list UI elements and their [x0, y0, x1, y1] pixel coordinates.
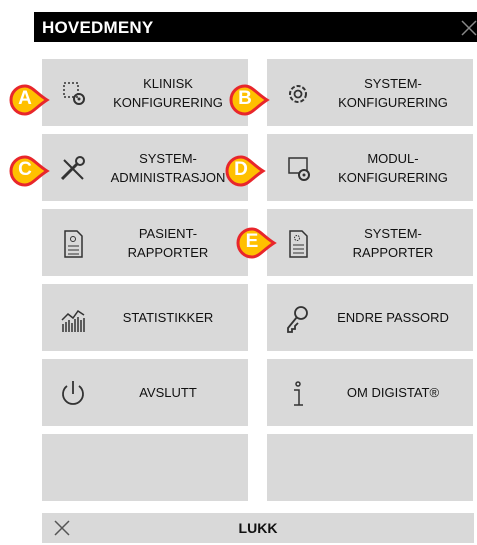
tile-system-administration[interactable]: SYSTEM- ADMINISTRASJON [42, 134, 248, 201]
tile-statistics[interactable]: STATISTIKKER [42, 284, 248, 351]
close-label: LUKK [238, 520, 278, 536]
patient-report-icon [56, 227, 90, 261]
tile-log-out[interactable]: AVSLUTT [42, 359, 248, 426]
info-icon [281, 377, 315, 411]
statistics-icon [56, 302, 90, 336]
tile-label: PASIENT- RAPPORTER [127, 225, 209, 260]
callout-badge-e: E [235, 226, 277, 260]
menu-title: HOVEDMENY [42, 18, 154, 37]
callout-badge-c: C [8, 154, 50, 188]
close-icon[interactable] [454, 12, 477, 42]
tile-label: KLINISK KONFIGURERING [113, 75, 223, 110]
power-icon [56, 377, 90, 411]
tile-label: SYSTEM- ADMINISTRASJON [110, 150, 226, 185]
gear-icon [281, 77, 315, 111]
tile-about-digistat[interactable]: OM DIGISTAT® [267, 359, 473, 426]
module-config-icon [281, 152, 315, 186]
tile-label: STATISTIKKER [122, 310, 214, 325]
tile-label: SYSTEM- KONFIGURERING [338, 75, 448, 110]
tile-system-configuration[interactable]: SYSTEM- KONFIGURERING [267, 59, 473, 126]
tile-module-configuration[interactable]: MODUL- KONFIGURERING [267, 134, 473, 201]
tile-label: ENDRE PASSORD [337, 310, 449, 325]
tile-label: OM DIGISTAT® [346, 385, 440, 400]
tile-system-reports[interactable]: SYSTEM- RAPPORTER [267, 209, 473, 276]
clinical-config-icon [56, 77, 90, 111]
key-icon [281, 302, 315, 336]
menu-panel: KLINISK KONFIGURERING SYSTEM- KONFIGURER… [34, 42, 477, 544]
main-menu-header: HOVEDMENY [34, 12, 477, 42]
callout-badge-d: D [224, 154, 266, 188]
tile-patient-reports[interactable]: PASIENT- RAPPORTER [42, 209, 248, 276]
tile-change-password[interactable]: ENDRE PASSORD [267, 284, 473, 351]
tile-empty [267, 434, 473, 501]
tile-empty [42, 434, 248, 501]
tools-icon [56, 152, 90, 186]
callout-badge-a: A [8, 83, 50, 117]
system-report-icon [281, 227, 315, 261]
tile-label: SYSTEM- RAPPORTER [352, 225, 434, 260]
tile-label: AVSLUTT [139, 385, 197, 400]
tile-label: MODUL- KONFIGURERING [338, 150, 448, 185]
close-button[interactable]: LUKK [42, 513, 474, 543]
callout-badge-b: B [228, 83, 270, 117]
tile-clinical-configuration[interactable]: KLINISK KONFIGURERING [42, 59, 248, 126]
